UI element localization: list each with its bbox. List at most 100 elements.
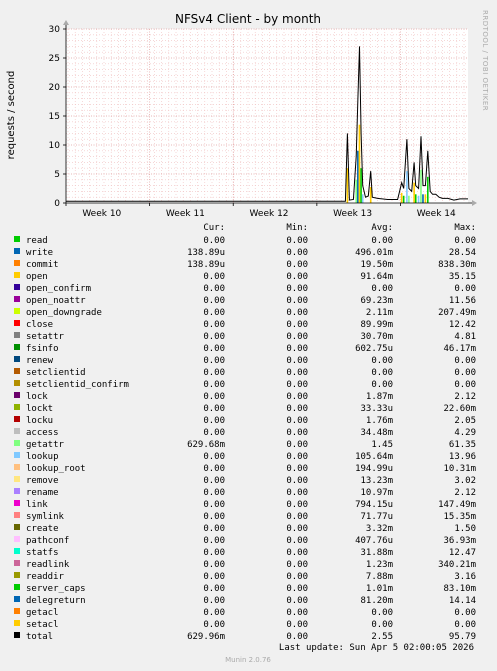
cur-value: 138.89u: [187, 260, 225, 270]
cur-value: 0.00: [203, 596, 225, 606]
legend: read 0.00 0.00 0.00 0.00 write 138.89u 0.00 496.…: [14, 236, 476, 642]
legend-swatch: [14, 272, 20, 278]
legend-swatch: [14, 368, 20, 374]
cur-value: 0.00: [203, 236, 225, 246]
cur-value: 0.00: [203, 344, 225, 354]
avg-value: 13.23m: [360, 476, 393, 486]
cur-value: 0.00: [203, 464, 225, 474]
cur-value: 0.00: [203, 272, 225, 282]
min-value: 0.00: [286, 536, 308, 546]
legend-name: lookup: [26, 452, 59, 462]
legend-swatch: [14, 452, 20, 458]
avg-value: 0.00: [371, 236, 393, 246]
side-label: RRDTOOL / TOBI OETIKER: [481, 10, 489, 111]
min-value: 0.00: [286, 572, 308, 582]
min-value: 0.00: [286, 236, 308, 246]
x-tick-label: Week 10: [82, 209, 121, 219]
x-tick-label: Week 12: [250, 209, 289, 219]
legend-swatch: [14, 488, 20, 494]
min-value: 0.00: [286, 476, 308, 486]
avg-value: 0.00: [371, 368, 393, 378]
avg-value: 81.20m: [360, 596, 393, 606]
column-header: Max:: [454, 223, 476, 233]
cur-value: 0.00: [203, 488, 225, 498]
max-value: 95.79: [449, 632, 476, 642]
min-value: 0.00: [286, 296, 308, 306]
legend-name: open_downgrade: [26, 308, 102, 318]
legend-swatch: [14, 440, 20, 446]
cur-value: 0.00: [203, 320, 225, 330]
avg-value: 31.88m: [360, 548, 393, 558]
legend-header: Cur: Min: Avg: Max:: [203, 223, 476, 233]
avg-value: 10.97m: [360, 488, 393, 498]
max-value: 15.35m: [443, 512, 476, 522]
max-value: 4.29: [454, 428, 476, 438]
cur-value: 629.96m: [187, 632, 225, 642]
max-value: 2.12: [454, 392, 476, 402]
cur-value: 0.00: [203, 416, 225, 426]
legend-name: setclientid: [26, 368, 86, 378]
max-value: 28.54: [449, 248, 476, 258]
avg-value: 7.88m: [366, 572, 393, 582]
cur-value: 0.00: [203, 536, 225, 546]
legend-swatch: [14, 284, 20, 290]
cur-value: 0.00: [203, 380, 225, 390]
legend-name: remove: [26, 476, 59, 486]
cur-value: 0.00: [203, 284, 225, 294]
min-value: 0.00: [286, 320, 308, 330]
max-value: 1.50: [454, 524, 476, 534]
max-value: 0.00: [454, 236, 476, 246]
legend-name: rename: [26, 488, 59, 498]
avg-value: 19.50m: [360, 260, 393, 270]
min-value: 0.00: [286, 332, 308, 342]
avg-value: 71.77u: [360, 512, 393, 522]
y-tick-label: 15: [49, 112, 60, 122]
legend-swatch: [14, 512, 20, 518]
min-value: 0.00: [286, 308, 308, 318]
legend-name: fsinfo: [26, 344, 59, 354]
y-axis-arrow: [63, 20, 69, 25]
cur-value: 629.68m: [187, 440, 225, 450]
min-value: 0.00: [286, 548, 308, 558]
legend-swatch: [14, 380, 20, 386]
legend-name: pathconf: [26, 536, 69, 546]
legend-swatch: [14, 536, 20, 542]
legend-swatch: [14, 320, 20, 326]
min-value: 0.00: [286, 620, 308, 630]
max-value: 2.12: [454, 488, 476, 498]
cur-value: 0.00: [203, 584, 225, 594]
column-header: Min:: [286, 223, 308, 233]
cur-value: 0.00: [203, 548, 225, 558]
min-value: 0.00: [286, 392, 308, 402]
max-value: 36.93m: [443, 536, 476, 546]
max-value: 0.00: [454, 380, 476, 390]
avg-value: 1.45: [371, 440, 393, 450]
legend-swatch: [14, 464, 20, 470]
avg-value: 0.00: [371, 356, 393, 366]
avg-value: 91.64m: [360, 272, 393, 282]
min-value: 0.00: [286, 608, 308, 618]
min-value: 0.00: [286, 368, 308, 378]
y-tick-label: 30: [49, 25, 61, 35]
min-value: 0.00: [286, 284, 308, 294]
legend-name: setattr: [26, 332, 65, 342]
cur-value: 0.00: [203, 392, 225, 402]
max-value: 340.21m: [438, 560, 476, 570]
legend-swatch: [14, 296, 20, 302]
avg-value: 194.99u: [355, 464, 393, 474]
max-value: 0.00: [454, 368, 476, 378]
y-tick-label: 10: [49, 141, 61, 151]
avg-value: 602.75u: [355, 344, 393, 354]
max-value: 35.15: [449, 272, 476, 282]
legend-swatch: [14, 404, 20, 410]
min-value: 0.00: [286, 632, 308, 642]
legend-name: renew: [26, 356, 54, 366]
chart-canvas: NFSv4 Client - by month RRDTOOL / TOBI O…: [6, 10, 489, 664]
y-tick-label: 5: [54, 170, 60, 180]
min-value: 0.00: [286, 248, 308, 258]
cur-value: 0.00: [203, 524, 225, 534]
legend-name: open: [26, 272, 48, 282]
last-update: Last update: Sun Apr 5 02:00:05 2026: [279, 643, 474, 653]
min-value: 0.00: [286, 524, 308, 534]
max-value: 12.42: [449, 320, 476, 330]
